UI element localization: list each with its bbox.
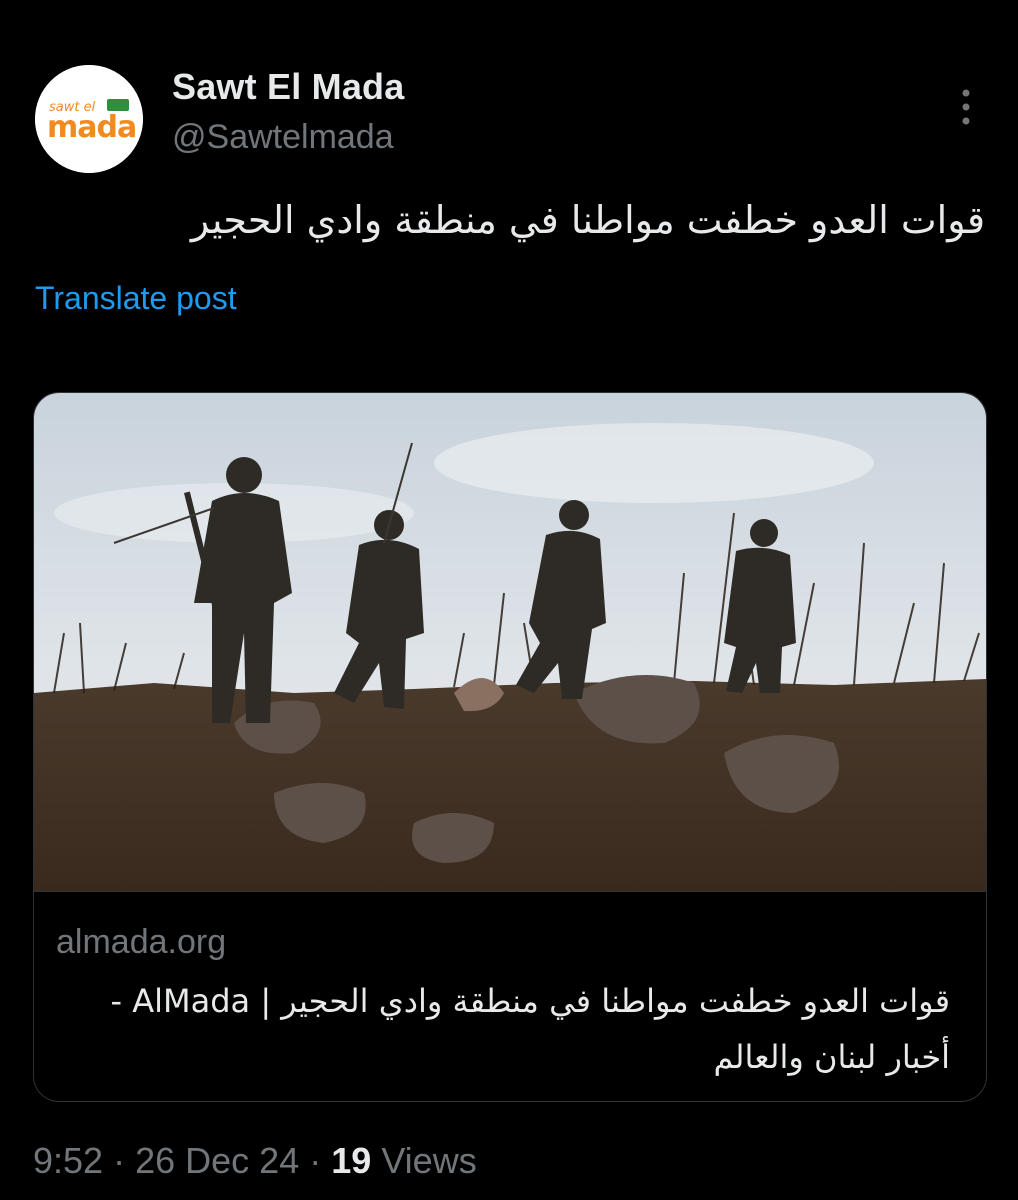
post: sawt el mada Sawt El Mada @Sawtelmada قو… [0,0,1018,1200]
more-vertical-icon [962,89,970,125]
more-options-button[interactable] [946,82,986,132]
post-time[interactable]: 9:52 [33,1140,103,1181]
post-text: قوات العدو خطفت مواطنا في منطقة وادي الح… [190,198,985,242]
meta-separator: · [309,1140,322,1181]
views-label-text: Views [381,1140,477,1181]
link-preview-card[interactable]: almada.org قوات العدو خطفت مواطنا في منط… [33,392,987,1102]
post-date[interactable]: 26 Dec 24 [135,1140,299,1181]
card-image [34,393,986,892]
display-name[interactable]: Sawt El Mada [172,66,404,108]
views-count: 19 [331,1140,372,1181]
card-title: قوات العدو خطفت مواطنا في منطقة وادي الح… [110,982,950,1076]
card-domain: almada.org [56,923,227,961]
svg-text:mada: mada [47,110,136,145]
meta-separator: · [113,1140,126,1181]
translate-post-link[interactable]: Translate post [35,280,237,317]
soldiers-photo [34,393,986,891]
post-meta: 9:52 · 26 Dec 24 · 19 Views [33,1140,477,1182]
sawt-el-mada-logo: sawt el mada [35,65,143,173]
account-handle[interactable]: @Sawtelmada [172,118,394,157]
views-label [371,1140,381,1181]
avatar[interactable]: sawt el mada [35,65,143,173]
